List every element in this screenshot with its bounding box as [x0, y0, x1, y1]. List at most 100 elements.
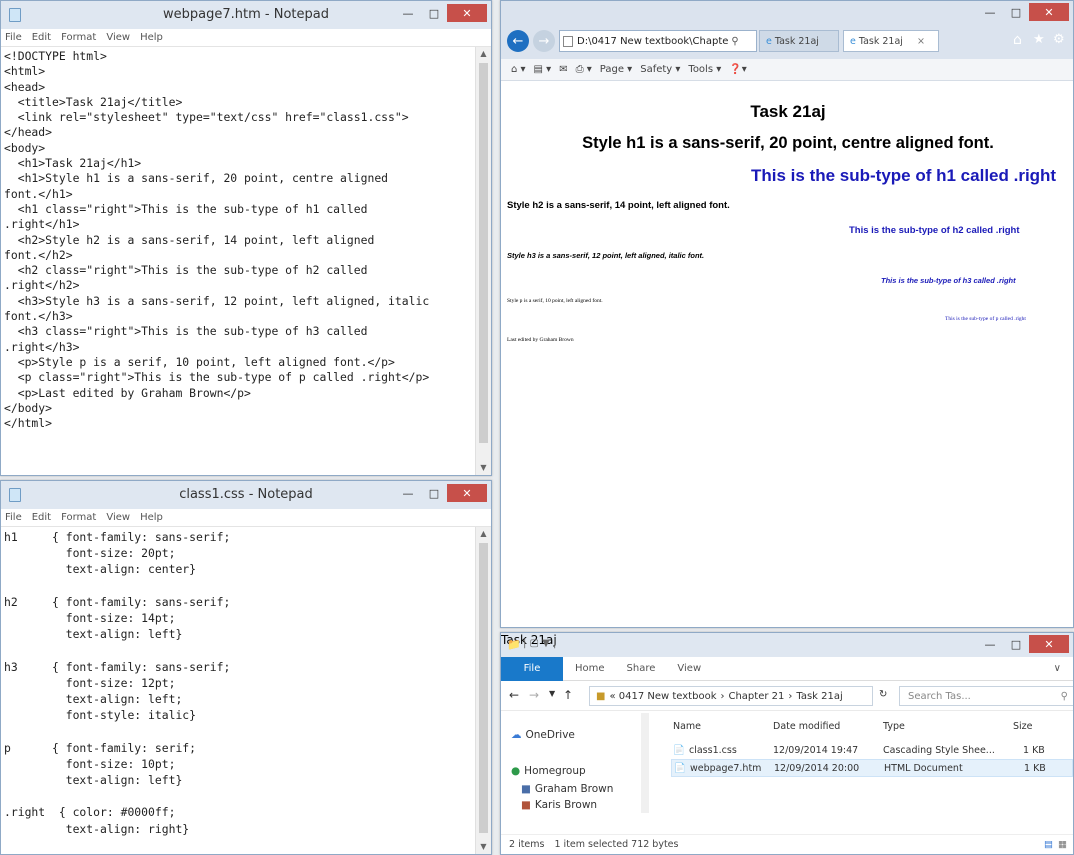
text-editor[interactable]: <!DOCTYPE html> <html> <head> <title>Task …: [1, 47, 475, 475]
safety-menu[interactable]: Safety ▾: [640, 64, 680, 75]
search-icon[interactable]: ⚲: [731, 36, 738, 47]
up-icon[interactable]: ↑: [563, 688, 573, 702]
column-date[interactable]: Date modified: [773, 721, 840, 732]
scroll-down-icon[interactable]: ▼: [476, 461, 491, 475]
print-icon[interactable]: ⎙ ▾: [576, 64, 592, 75]
menu-edit[interactable]: Edit: [32, 512, 51, 523]
title-bar[interactable]: 📁 | ▢ ▼ | Task 21aj — □ ✕: [501, 633, 1073, 657]
maximize-button[interactable]: □: [1003, 3, 1029, 21]
file-row[interactable]: 📄 class1.css 12/09/2014 19:47 Cascading …: [671, 741, 1073, 759]
close-button[interactable]: ✕: [1029, 635, 1069, 653]
file-size: 1 KB: [1023, 744, 1045, 756]
search-box[interactable]: Search Tas... ⚲: [899, 686, 1073, 706]
code-line: text-align: center}: [4, 562, 197, 577]
back-icon[interactable]: ←: [509, 688, 519, 702]
code-line: </head>: [4, 125, 53, 140]
breadcrumb[interactable]: ■ « 0417 New textbook › Chapter 21 › Tas…: [589, 686, 873, 706]
close-button[interactable]: ✕: [1029, 3, 1069, 21]
settings-icon[interactable]: ⚙: [1053, 32, 1065, 47]
ribbon-tab-share[interactable]: Share: [627, 663, 656, 674]
maximize-button[interactable]: □: [421, 484, 447, 502]
scroll-up-icon[interactable]: ▲: [476, 527, 491, 541]
minimize-button[interactable]: —: [977, 635, 1003, 653]
forward-icon[interactable]: →: [529, 688, 539, 702]
maximize-button[interactable]: □: [421, 4, 447, 22]
close-button[interactable]: ✕: [447, 484, 487, 502]
minimize-button[interactable]: —: [977, 3, 1003, 21]
favorites-icon[interactable]: ★: [1033, 32, 1045, 47]
column-name[interactable]: Name: [673, 721, 701, 732]
text-editor[interactable]: h1 { font-family: sans-serif; font-size:…: [1, 527, 475, 854]
nav-label: Graham Brown: [534, 783, 614, 795]
scroll-thumb[interactable]: [479, 543, 488, 833]
title-bar[interactable]: webpage7.htm - Notepad — □ ✕: [1, 1, 491, 29]
ribbon-tab-view[interactable]: View: [677, 663, 701, 674]
details-view-icon[interactable]: ▤: [1044, 839, 1053, 850]
forward-button[interactable]: →: [533, 30, 555, 52]
maximize-button[interactable]: □: [1003, 635, 1029, 653]
title-bar[interactable]: class1.css - Notepad — □ ✕: [1, 481, 491, 509]
tab-1[interactable]: e Task 21aj: [759, 30, 839, 52]
back-button[interactable]: ←: [507, 30, 529, 52]
menu-edit[interactable]: Edit: [32, 32, 51, 43]
scroll-down-icon[interactable]: ▼: [476, 840, 491, 854]
file-size: 1 KB: [1024, 762, 1046, 774]
feeds-icon[interactable]: ▤ ▾: [534, 64, 552, 75]
scroll-up-icon[interactable]: ▲: [476, 47, 491, 61]
menu-view[interactable]: View: [106, 32, 130, 43]
column-size[interactable]: Size: [1013, 721, 1033, 732]
tools-menu[interactable]: Tools ▾: [688, 64, 721, 75]
ribbon-file-tab[interactable]: File: [501, 656, 563, 681]
menu-file[interactable]: File: [5, 512, 22, 523]
mail-icon[interactable]: ✉: [559, 64, 567, 75]
nav-item-onedrive[interactable]: ☁ OneDrive: [511, 729, 575, 741]
column-type[interactable]: Type: [883, 721, 905, 732]
browser-window: — □ ✕ ← → D:\0417 New textbook\Chapte ⚲ …: [500, 0, 1074, 628]
ie-tab-icon: e: [850, 35, 856, 47]
h3-style-text: Style h3 is a sans-serif, 12 point, left…: [507, 251, 705, 260]
home-menu-icon[interactable]: ⌂ ▾: [511, 64, 526, 75]
nav-scrollbar[interactable]: [641, 713, 649, 813]
menu-file[interactable]: File: [5, 32, 22, 43]
code-line: font-size: 14pt;: [4, 611, 176, 626]
code-line: <h2 class="right">This is the sub-type o…: [4, 263, 368, 278]
file-row-selected[interactable]: 📄 webpage7.htm 12/09/2014 20:00 HTML Doc…: [671, 759, 1073, 777]
page-menu[interactable]: Page ▾: [600, 64, 632, 75]
notepad-icon: [9, 488, 21, 502]
quick-access-toolbar[interactable]: | ▢ ▼ |: [523, 638, 556, 649]
recent-locations-icon[interactable]: ▼: [549, 689, 555, 698]
breadcrumb-item[interactable]: Chapter 21: [728, 691, 784, 702]
file-explorer-window: 📁 | ▢ ▼ | Task 21aj — □ ✕ File Home Shar…: [500, 632, 1074, 855]
breadcrumb-item[interactable]: « 0417 New textbook: [609, 691, 716, 702]
tab-2[interactable]: e Task 21aj ×: [843, 30, 939, 52]
close-button[interactable]: ✕: [447, 4, 487, 22]
menu-format[interactable]: Format: [61, 512, 96, 523]
nav-item-homegroup[interactable]: ● Homegroup: [511, 765, 586, 777]
menu-help[interactable]: Help: [140, 32, 163, 43]
ribbon-tab-home[interactable]: Home: [575, 663, 605, 674]
refresh-icon[interactable]: ↻: [879, 689, 887, 700]
menu-help[interactable]: Help: [140, 512, 163, 523]
nav-item-karis[interactable]: ■ Karis Brown: [521, 799, 597, 811]
nav-item-graham[interactable]: ■ Graham Brown: [521, 783, 613, 795]
h1-right-text: This is the sub-type of h1 called .right: [751, 166, 1057, 185]
minimize-button[interactable]: —: [395, 484, 421, 502]
breadcrumb-item[interactable]: Task 21aj: [796, 691, 842, 702]
scroll-thumb[interactable]: [479, 63, 488, 443]
minimize-button[interactable]: —: [395, 4, 421, 22]
homegroup-icon: ●: [511, 765, 521, 777]
help-icon[interactable]: ❓▾: [729, 64, 746, 75]
nav-label: OneDrive: [525, 729, 575, 741]
large-icons-view-icon[interactable]: ▦: [1058, 839, 1067, 850]
ribbon-expand-icon[interactable]: ∨: [1054, 663, 1061, 674]
home-icon[interactable]: ⌂: [1013, 32, 1022, 48]
close-tab-icon[interactable]: ×: [917, 36, 925, 47]
user-icon: ■: [521, 799, 531, 811]
menu-view[interactable]: View: [106, 512, 130, 523]
address-bar[interactable]: D:\0417 New textbook\Chapte ⚲: [559, 30, 757, 52]
menu-format[interactable]: Format: [61, 32, 96, 43]
vertical-scrollbar[interactable]: ▲ ▼: [475, 47, 491, 475]
vertical-scrollbar[interactable]: ▲ ▼: [475, 527, 491, 854]
